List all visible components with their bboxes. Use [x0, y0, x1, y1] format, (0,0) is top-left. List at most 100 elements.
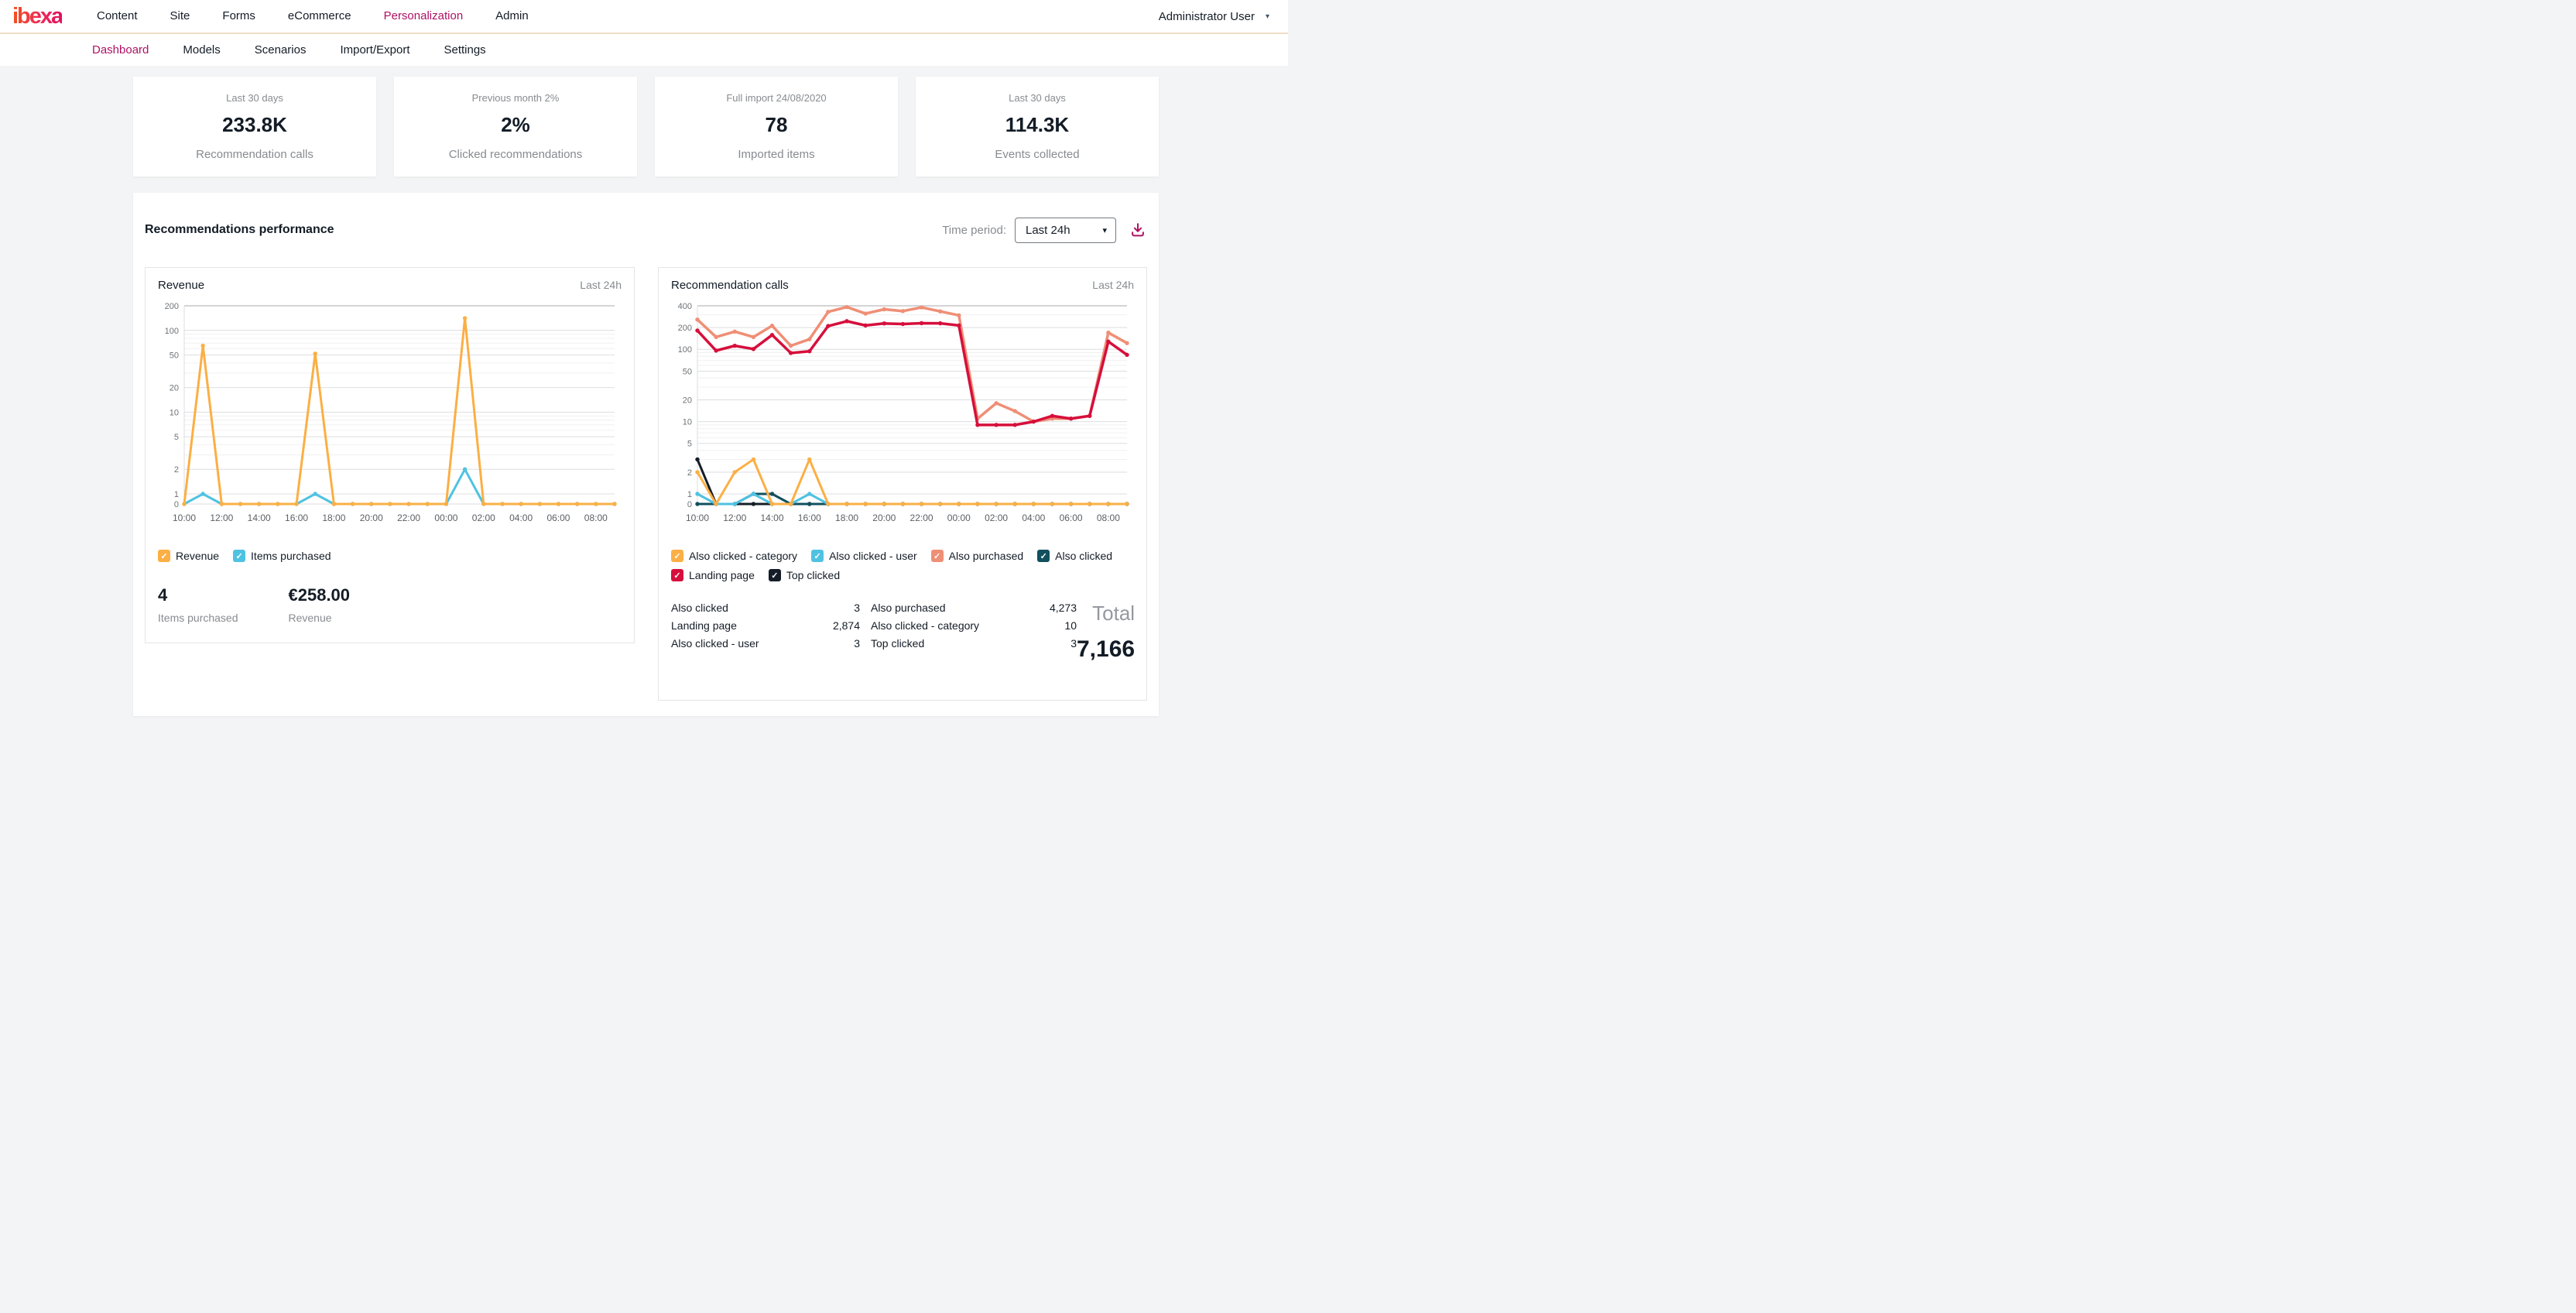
checkbox-checked-icon: ✓ [233, 550, 245, 562]
total-label: Total [1077, 602, 1135, 626]
chevron-down-icon: ▾ [1266, 12, 1269, 21]
summary-block: €258.00Revenue [289, 585, 351, 624]
top-nav-item-admin[interactable]: Admin [479, 0, 545, 33]
top-nav-item-content[interactable]: Content [80, 0, 154, 33]
stat-card: Last 30 days 114.3K Events collected [916, 77, 1159, 177]
svg-text:50: 50 [170, 351, 179, 361]
svg-text:20: 20 [170, 384, 179, 393]
chart-range: Last 24h [580, 279, 622, 291]
svg-text:1: 1 [174, 490, 179, 499]
legend-label: Items purchased [251, 550, 331, 562]
stat-value: 2% [501, 113, 530, 137]
stat-value: 78 [766, 113, 788, 137]
stat-period: Last 30 days [1009, 92, 1066, 104]
calls-table-label: Also clicked [671, 602, 804, 614]
svg-text:22:00: 22:00 [397, 513, 420, 523]
svg-text:0: 0 [174, 500, 179, 509]
checkbox-checked-icon: ✓ [811, 550, 824, 562]
stat-value: 114.3K [1005, 113, 1069, 137]
svg-text:18:00: 18:00 [835, 513, 858, 523]
svg-text:16:00: 16:00 [285, 513, 308, 523]
charts-row: Revenue Last 24h 200100502010521010:0012… [145, 267, 1147, 701]
svg-text:20:00: 20:00 [360, 513, 383, 523]
checkbox-checked-icon: ✓ [671, 569, 683, 581]
sub-nav-item-models[interactable]: Models [166, 34, 237, 66]
svg-text:2: 2 [174, 465, 179, 475]
sub-nav-item-import-export[interactable]: Import/Export [323, 34, 426, 66]
stat-label: Events collected [995, 148, 1079, 161]
top-nav-item-personalization[interactable]: Personalization [368, 0, 480, 33]
top-nav-item-site[interactable]: Site [154, 0, 207, 33]
checkbox-checked-icon: ✓ [769, 569, 781, 581]
legend-label: Also clicked [1055, 550, 1112, 562]
calls-table-value: 3 [815, 602, 860, 614]
stat-label: Imported items [738, 148, 814, 161]
legend-toggle-landing-page[interactable]: ✓ Landing page [671, 569, 755, 581]
top-bar: ibexa ContentSiteFormseCommercePersonali… [0, 0, 1288, 33]
legend-toggle-also-purchased[interactable]: ✓Also purchased [931, 550, 1024, 562]
legend-toggle-also-clicked[interactable]: ✓ Also clicked [1037, 550, 1112, 562]
svg-text:200: 200 [165, 302, 179, 311]
svg-text:10:00: 10:00 [173, 513, 196, 523]
stat-period: Last 30 days [226, 92, 283, 104]
panel-header: Recommendations performance Time period:… [145, 217, 1147, 243]
legend-toggle-also-clicked-user[interactable]: ✓Also clicked - user [811, 550, 917, 562]
top-nav-item-forms[interactable]: Forms [206, 0, 272, 33]
panel-controls: Time period: Last 24h ▾ [942, 218, 1147, 243]
calls-table-value: 3 [1029, 637, 1077, 650]
legend-toggle-items-purchased[interactable]: ✓ Items purchased [233, 550, 331, 562]
stat-label: Clicked recommendations [449, 148, 583, 161]
svg-text:10: 10 [170, 408, 179, 417]
svg-text:06:00: 06:00 [546, 513, 570, 523]
legend-label: Also clicked - category [689, 550, 797, 562]
chart-range: Last 24h [1092, 279, 1134, 291]
calls-table-value: 10 [1029, 619, 1077, 632]
calls-table-value: 4,273 [1029, 602, 1077, 614]
time-period-value: Last 24h [1026, 224, 1070, 237]
summary-label: Items purchased [158, 612, 238, 624]
sub-nav-item-settings[interactable]: Settings [426, 34, 502, 66]
recommendations-performance-panel: Recommendations performance Time period:… [133, 193, 1159, 716]
svg-text:22:00: 22:00 [910, 513, 933, 523]
svg-text:06:00: 06:00 [1060, 513, 1083, 523]
chart-header: Revenue Last 24h [158, 279, 622, 292]
svg-text:0: 0 [687, 500, 692, 509]
svg-text:20: 20 [683, 396, 692, 406]
legend-toggle-also-clicked-category[interactable]: ✓Also clicked - category [671, 550, 797, 562]
legend-label: Landing page [689, 569, 755, 581]
sub-nav-item-scenarios[interactable]: Scenarios [238, 34, 324, 66]
svg-text:16:00: 16:00 [798, 513, 821, 523]
svg-text:5: 5 [687, 440, 692, 449]
legend-toggle-revenue[interactable]: ✓Revenue [158, 550, 219, 562]
svg-text:12:00: 12:00 [723, 513, 746, 523]
svg-text:00:00: 00:00 [434, 513, 457, 523]
revenue-summary: 4Items purchased€258.00Revenue [158, 585, 622, 624]
svg-text:08:00: 08:00 [584, 513, 608, 523]
chevron-down-icon: ▾ [1102, 225, 1107, 235]
chart-legend: ✓Also clicked - category✓Also clicked - … [671, 550, 1134, 581]
calls-table-label: Also purchased [871, 602, 1018, 614]
svg-text:10:00: 10:00 [686, 513, 709, 523]
svg-text:02:00: 02:00 [472, 513, 495, 523]
chart-title: Recommendation calls [671, 279, 789, 292]
calls-table-label: Also clicked - category [871, 619, 1018, 632]
stat-period: Previous month 2% [472, 92, 560, 104]
calls-total: Total 7,166 [1077, 602, 1138, 663]
time-period-select[interactable]: Last 24h ▾ [1015, 218, 1116, 243]
svg-text:100: 100 [165, 327, 179, 336]
legend-toggle-top-clicked[interactable]: ✓Top clicked [769, 569, 840, 581]
sub-nav-item-dashboard[interactable]: Dashboard [75, 34, 166, 66]
calls-summary: Also clicked3Also purchased4,273Landing … [671, 602, 1134, 663]
calls-table-label: Also clicked - user [671, 637, 804, 650]
checkbox-checked-icon: ✓ [1037, 550, 1050, 562]
svg-text:20:00: 20:00 [872, 513, 896, 523]
total-value: 7,166 [1077, 636, 1135, 663]
user-menu[interactable]: Administrator User ▾ [1159, 10, 1269, 23]
legend-label: Revenue [176, 550, 219, 562]
svg-text:14:00: 14:00 [248, 513, 271, 523]
download-button[interactable] [1129, 221, 1147, 239]
time-period-label: Time period: [942, 224, 1006, 237]
top-nav-item-ecommerce[interactable]: eCommerce [272, 0, 368, 33]
svg-text:400: 400 [678, 302, 692, 311]
stat-card: Previous month 2% 2% Clicked recommendatio… [394, 77, 637, 177]
